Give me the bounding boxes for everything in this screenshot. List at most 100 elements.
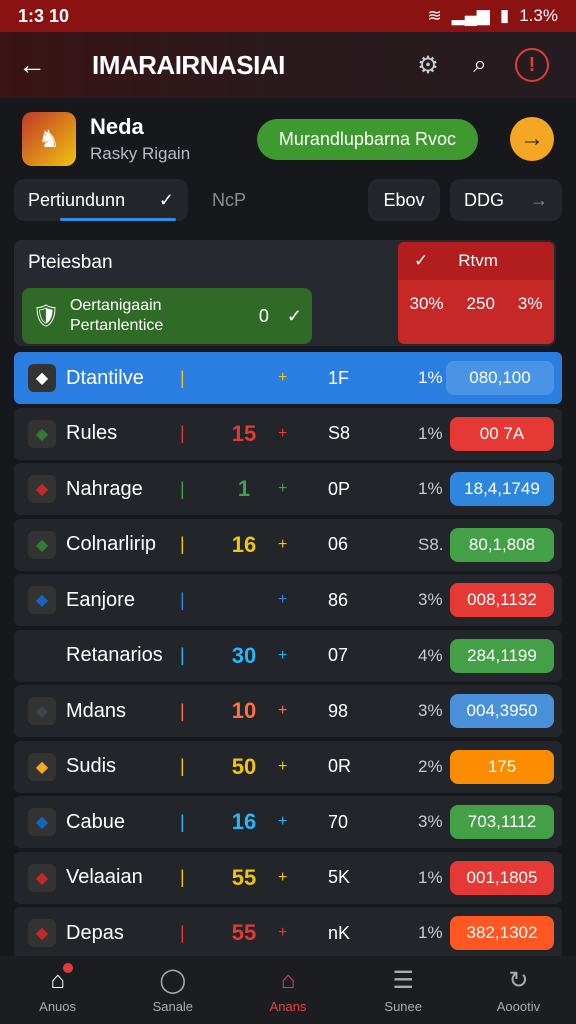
sync-icon: ↻ <box>508 967 529 994</box>
table-row[interactable]: ◆ Rules | 15 + S8 1% 00 7A <box>14 407 562 460</box>
team-badge-icon: ◆ <box>28 919 56 947</box>
battery-icon: ▮ <box>499 6 510 25</box>
summary-green-panel[interactable]: 🛡 Oertanigaain Pertanlentice 0 ✓ <box>22 288 312 344</box>
app-bar: ← IMARAIRNASIAI ⚙ ⌕ ! <box>0 32 576 98</box>
arrow-icon: + <box>278 424 288 442</box>
arrow-icon: + <box>278 868 288 886</box>
team-badge-icon <box>28 642 56 670</box>
value-pill[interactable]: 00 7A <box>450 416 554 451</box>
value-pill[interactable]: 80,1,808 <box>450 527 554 562</box>
value-pill[interactable]: 004,3950 <box>450 694 554 728</box>
table-row[interactable]: ◆ Mdans | 10 + 98 3% 004,3950 <box>14 685 562 737</box>
tab-label: NcP <box>212 189 247 210</box>
alert-button[interactable]: ! <box>506 48 558 82</box>
arrow-right-icon[interactable]: → <box>510 117 554 161</box>
score: 55 <box>231 864 257 890</box>
tab-label: Pertiundunn <box>28 189 126 210</box>
search-icon[interactable]: ⌕ <box>454 51 506 79</box>
team-name: Eanjore <box>66 588 135 611</box>
value-pill[interactable]: 175 <box>450 749 554 784</box>
value-pill[interactable]: 008,1132 <box>450 583 554 617</box>
value-pill[interactable]: 001,1805 <box>450 860 554 895</box>
team-badge-icon: ◆ <box>28 586 56 614</box>
team-name: Cabue <box>66 810 125 833</box>
table-row[interactable]: ◆ Sudis | 50 + 0R 2% 175 <box>14 740 562 793</box>
nav-item-4[interactable]: ↻ Aoootiv <box>461 956 576 1024</box>
percent-value: 3% <box>418 590 443 609</box>
arrow-icon: + <box>278 813 288 830</box>
summary-red-values: 30% 250 3% <box>398 294 554 314</box>
table-row[interactable]: ◆ Dtantilve | + 1F 1% 080,100 <box>14 352 562 404</box>
percent-value: 1% <box>418 867 443 887</box>
team-name: Nahrage <box>66 477 143 500</box>
table-row[interactable]: ◆ Eanjore | + 86 3% 008,1132 <box>14 574 562 626</box>
page-title: IMARAIRNASIAI <box>92 49 285 80</box>
table-row[interactable]: ◆ Velaaian | 55 + 5K 1% 001,1805 <box>14 851 562 904</box>
summary-green-line1: Oertanigaain <box>69 297 162 314</box>
percent-value: 1% <box>418 368 443 387</box>
team-info: Neda Rasky Rigain <box>90 114 190 164</box>
list-icon: ☰ <box>392 967 414 994</box>
nav-label: Sunee <box>384 999 422 1014</box>
stadium-icon: ⌂ <box>280 966 296 994</box>
arrow-icon: + <box>278 591 288 608</box>
team-badge-icon: ◆ <box>28 752 56 781</box>
team-crest-icon: ♞ <box>22 112 76 166</box>
percent-value: 1% <box>418 923 443 942</box>
nav-label: Anans <box>269 998 307 1014</box>
chat-icon: ◯ <box>159 967 187 994</box>
team-name: Velaaian <box>66 866 143 888</box>
standings-list: ◆ Dtantilve | + 1F 1% 080,100 ◆ Rules | … <box>14 352 562 963</box>
team-name: Neda <box>90 114 144 139</box>
trend-icon: | <box>180 367 185 388</box>
nav-label: Aoootiv <box>496 999 541 1014</box>
trend-icon: | <box>180 867 185 887</box>
table-row[interactable]: ◆ Cabue | 16 + 70 3% 703,1112 <box>14 796 562 848</box>
team-badge-icon: ◆ <box>28 530 56 559</box>
nav-item-0[interactable]: ⌂ Anuos <box>0 956 115 1024</box>
nav-item-3[interactable]: ☰ Sunee <box>346 956 461 1024</box>
score: 15 <box>231 420 257 446</box>
value-pill[interactable]: 382,1302 <box>450 916 554 950</box>
table-row[interactable]: ◆ Colnarlirip | 16 + 06 S8. 80,1,808 <box>14 518 562 571</box>
summary-red-panel[interactable]: ✓ Rtvm 30% 250 3% <box>398 242 554 344</box>
nav-item-1[interactable]: ◯ Sanale <box>115 956 230 1024</box>
value-pill[interactable]: 18,4,1749 <box>450 472 554 506</box>
nav-item-2[interactable]: ⌂ Anans <box>230 956 345 1024</box>
summary-card: Pteiesban 🛡 Oertanigaain Pertanlentice 0… <box>14 240 556 346</box>
arrow-icon: + <box>278 757 288 775</box>
table-row[interactable]: Retanarios | 30 + 07 4% 284,1199 <box>14 629 562 682</box>
table-row[interactable]: ◆ Depas | 55 + nK 1% 382,1302 <box>14 907 562 959</box>
arrow-icon: + <box>278 702 288 719</box>
trend-icon: | <box>180 423 185 443</box>
stat-value: 86 <box>328 589 349 610</box>
tab-3[interactable]: DDG → <box>450 179 562 221</box>
tab-2[interactable]: Ebov <box>368 179 440 221</box>
notification-dot <box>62 962 73 973</box>
arrow-icon: + <box>278 535 288 553</box>
team-action-button[interactable]: Murandlupbarna Rvoc <box>256 118 478 160</box>
team-name: Dtantilve <box>66 366 144 389</box>
tab-1[interactable]: NcP <box>198 179 358 221</box>
tab-0[interactable]: Pertiundunn ✓ <box>14 179 188 221</box>
table-row[interactable]: ◆ Nahrage | 1 + 0P 1% 18,4,1749 <box>14 463 562 515</box>
value-pill[interactable]: 080,100 <box>446 361 554 395</box>
score: 55 <box>231 920 257 945</box>
status-bar: 1:3 10 ≋ ▂▄▆ ▮ 1.3% <box>0 0 576 32</box>
stat-value: 0P <box>328 478 351 499</box>
arrow-left-icon[interactable]: ← <box>18 49 54 81</box>
arrow-right-icon: → <box>530 189 548 210</box>
arrow-icon: + <box>278 369 288 386</box>
percent-value: 3% <box>418 701 443 720</box>
team-badge-icon: ◆ <box>28 808 56 836</box>
stat-value: 0R <box>328 756 352 776</box>
percent-value: 1% <box>418 423 443 443</box>
percent-value: 3% <box>418 812 443 831</box>
summary-red-title: Rtvm <box>458 251 498 270</box>
value-pill[interactable]: 703,1112 <box>450 805 554 839</box>
summary-red-value: 3% <box>517 294 543 313</box>
tab-label: DDG <box>464 189 504 210</box>
gear-icon[interactable]: ⚙ <box>402 51 454 80</box>
summary-red-header: ✓ Rtvm <box>398 242 554 280</box>
value-pill[interactable]: 284,1199 <box>450 638 554 673</box>
